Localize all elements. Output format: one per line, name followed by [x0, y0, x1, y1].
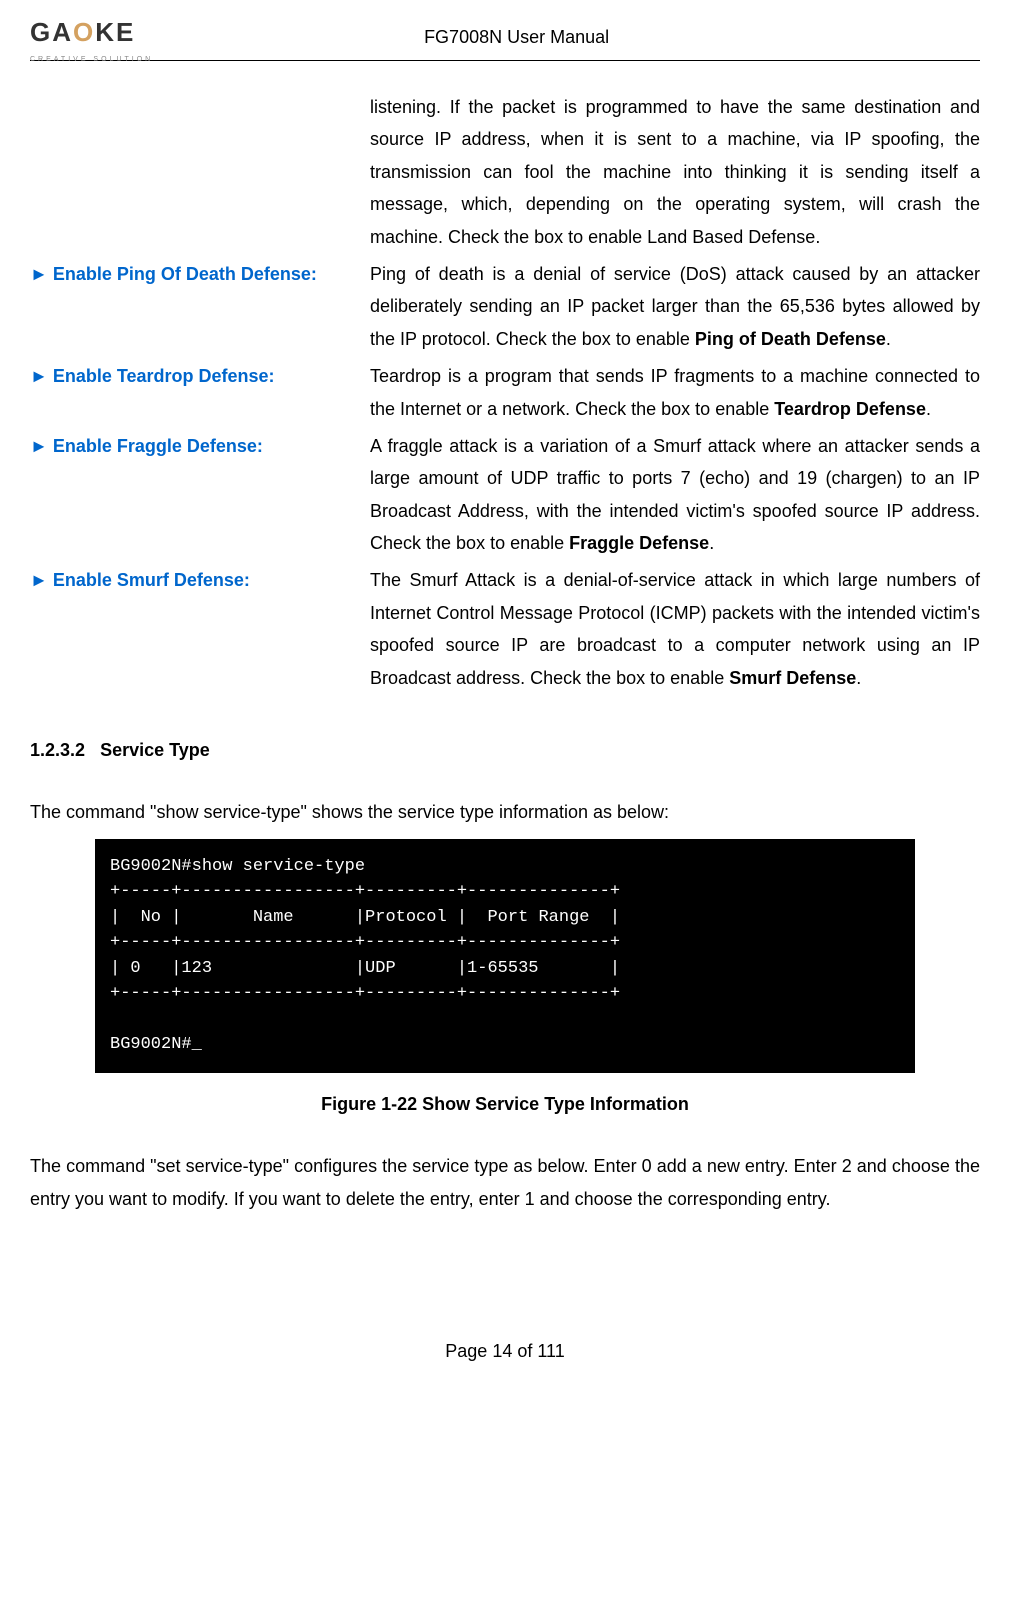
- logo-subtitle: CREATIVE SOLUTION: [30, 54, 153, 67]
- definition-label: ► Enable Fraggle Defense:: [30, 430, 370, 560]
- logo: GAOKE CREATIVE SOLUTION: [30, 20, 153, 55]
- continuation-bold: Land Based Defense: [647, 227, 815, 247]
- definition-content: A fraggle attack is a variation of a Smu…: [370, 430, 980, 560]
- definition-content: The Smurf Attack is a denial-of-service …: [370, 564, 980, 694]
- paragraph-2: The command "set service-type" configure…: [30, 1150, 980, 1215]
- logo-text: GAOKE: [30, 17, 135, 47]
- continuation-paragraph: listening. If the packet is programmed t…: [370, 91, 980, 253]
- page-footer: Page 14 of 111: [30, 1335, 980, 1367]
- section-title: Service Type: [100, 740, 210, 760]
- section-heading: 1.2.3.2 Service Type: [30, 734, 980, 766]
- definition-label: ► Enable Ping Of Death Defense:: [30, 258, 370, 355]
- header-title: FG7008N User Manual: [153, 21, 980, 53]
- definition-text: The Smurf Attack is a denial-of-service …: [370, 570, 980, 687]
- terminal-output: BG9002N#show service-type +-----+-------…: [95, 839, 915, 1073]
- definition-bold: Ping of Death Defense: [695, 329, 886, 349]
- section-number: 1.2.3.2: [30, 740, 85, 760]
- definition-item: ► Enable Fraggle Defense:A fraggle attac…: [30, 430, 980, 560]
- definition-item: ► Enable Teardrop Defense:Teardrop is a …: [30, 360, 980, 425]
- paragraph-1: The command "show service-type" shows th…: [30, 796, 980, 828]
- figure-caption: Figure 1-22 Show Service Type Informatio…: [30, 1088, 980, 1120]
- page-header: GAOKE CREATIVE SOLUTION FG7008N User Man…: [30, 20, 980, 61]
- definition-bold: Teardrop Defense: [774, 399, 926, 419]
- definition-content: Teardrop is a program that sends IP frag…: [370, 360, 980, 425]
- definition-text: Ping of death is a denial of service (Do…: [370, 264, 980, 349]
- definition-label: ► Enable Teardrop Defense:: [30, 360, 370, 425]
- definition-bold: Fraggle Defense: [569, 533, 709, 553]
- definition-bold: Smurf Defense: [729, 668, 856, 688]
- definition-label: ► Enable Smurf Defense:: [30, 564, 370, 694]
- definition-content: Ping of death is a denial of service (Do…: [370, 258, 980, 355]
- continuation-text: listening. If the packet is programmed t…: [370, 97, 980, 247]
- definition-item: ► Enable Smurf Defense:The Smurf Attack …: [30, 564, 980, 694]
- definition-item: ► Enable Ping Of Death Defense:Ping of d…: [30, 258, 980, 355]
